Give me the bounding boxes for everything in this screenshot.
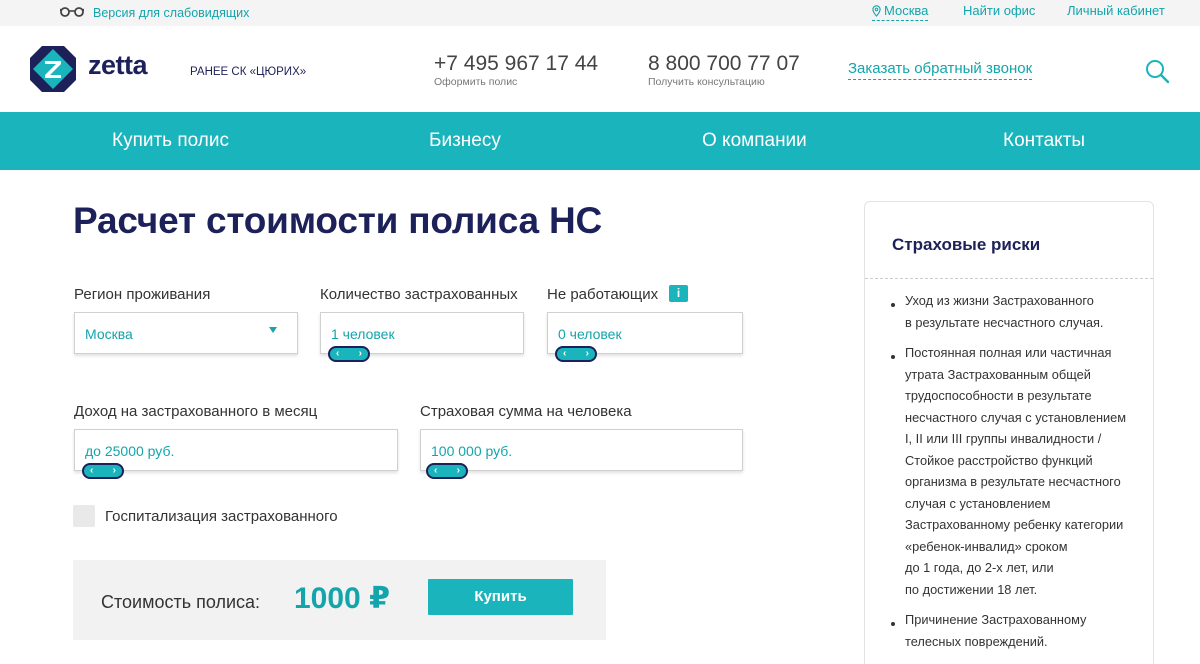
hospitalization-label[interactable]: Госпитализация застрахованного — [105, 508, 338, 525]
phone-caption: Оформить полис — [434, 76, 518, 88]
region-select[interactable]: Москва — [74, 312, 298, 354]
risk-line: I, II или III группы инвалидности / — [905, 431, 1102, 446]
region-value: Москва — [85, 326, 133, 342]
region-label: Регион проживания — [74, 286, 211, 303]
price-value: 1000 ₽ — [294, 582, 390, 615]
chevron-right-icon: › — [585, 348, 589, 359]
list-item: Уход из жизни Застрахованного в результа… — [891, 290, 1141, 333]
chevron-right-icon: › — [112, 465, 116, 476]
risk-line: «ребенок-инвалид» сроком — [905, 538, 1068, 554]
phone-number: 8 800 700 77 07 — [648, 52, 800, 75]
sum-insured-label: Страховая сумма на человека — [420, 403, 632, 420]
logo-text[interactable]: zetta — [88, 50, 148, 81]
formerly-caption: РАНЕЕ СК «ЦЮРИХ» — [190, 66, 307, 78]
risk-line: несчастного случая с установлением — [905, 409, 1127, 425]
page-title: Расчет стоимости полиса НС — [73, 200, 603, 241]
risk-line: по достижении 18 лет. — [905, 581, 1038, 597]
glasses-icon[interactable] — [60, 6, 84, 18]
nav-item-about[interactable]: О компании — [702, 130, 807, 152]
income-label: Доход на застрахованного в месяц — [74, 403, 318, 420]
search-icon[interactable] — [1144, 58, 1170, 84]
callback-request-link[interactable]: Заказать обратный звонок — [848, 60, 1033, 80]
risks-divider — [865, 278, 1153, 279]
risks-list: Уход из жизни Застрахованного в результа… — [891, 290, 1141, 661]
non-working-value: 0 человек — [558, 326, 622, 342]
list-item: Причинение Застрахованному телесных повр… — [891, 609, 1141, 652]
non-working-label: Не работающих — [547, 286, 659, 303]
chevron-left-icon: ‹ — [90, 465, 94, 476]
insured-count-slider-handle[interactable]: ‹ › — [328, 346, 370, 362]
chevron-right-icon: › — [456, 465, 460, 476]
price-summary: Стоимость полиса: 1000 ₽ Купить — [73, 560, 606, 640]
risk-line: в результате несчастного случая. — [905, 314, 1104, 330]
risk-line: Постоянная полная или частичная — [905, 345, 1112, 360]
risk-line: организма в результате несчастного — [905, 474, 1121, 489]
phone-caption: Получить консультацию — [648, 76, 765, 88]
chevron-down-icon — [269, 327, 277, 333]
phone-number: +7 495 967 17 44 — [434, 52, 599, 75]
risk-line: утрата Застрахованным общей — [905, 366, 1091, 382]
personal-cabinet-link[interactable]: Личный кабинет — [1067, 3, 1165, 18]
risk-line: телесных повреждений. — [905, 633, 1048, 649]
sum-insured-field[interactable]: 100 000 руб. — [420, 429, 743, 471]
risk-line: трудоспособности в результате — [905, 388, 1092, 403]
info-icon[interactable]: i — [669, 285, 688, 302]
phone-policy[interactable]: +7 495 967 17 44 Оформить полис — [434, 52, 598, 88]
accessibility-version-link[interactable]: Версия для слабовидящих — [93, 6, 249, 20]
chevron-left-icon: ‹ — [434, 465, 438, 476]
list-item: Постоянная полная или частичная утрата З… — [891, 342, 1141, 600]
risk-line: до 1 года, до 2-х лет, или — [905, 560, 1054, 575]
risk-line: Стойкое расстройство функций — [905, 452, 1093, 468]
risk-line: Уход из жизни Застрахованного — [905, 293, 1094, 308]
insured-count-value: 1 человек — [331, 326, 395, 342]
city-label: Москва — [884, 3, 929, 18]
income-value: до 25000 руб. — [85, 443, 175, 459]
sum-insured-value: 100 000 руб. — [431, 443, 513, 459]
site-header: zetta РАНЕЕ СК «ЦЮРИХ» +7 495 967 17 44 … — [0, 26, 1200, 112]
location-pin-icon — [872, 4, 881, 17]
hospitalization-checkbox[interactable] — [73, 505, 95, 527]
chevron-left-icon: ‹ — [336, 348, 340, 359]
top-utility-bar: Версия для слабовидящих Москва Найти офи… — [0, 0, 1200, 26]
nav-item-business[interactable]: Бизнесу — [429, 130, 501, 152]
nav-item-buy-policy[interactable]: Купить полис — [112, 130, 229, 152]
income-field[interactable]: до 25000 руб. — [74, 429, 398, 471]
income-slider-handle[interactable]: ‹ › — [82, 463, 124, 479]
zetta-logo-icon[interactable] — [30, 46, 76, 92]
non-working-slider-handle[interactable]: ‹ › — [555, 346, 597, 362]
risk-line: Застрахованному ребенку категории — [905, 517, 1124, 532]
risks-title: Страховые риски — [892, 235, 1041, 254]
main-navigation: Купить полис Бизнесу О компании Контакты — [0, 112, 1200, 170]
insured-count-label: Количество застрахованных — [320, 286, 518, 303]
phone-consultation[interactable]: 8 800 700 77 07 Получить консультацию — [648, 52, 800, 88]
find-office-link[interactable]: Найти офис — [963, 3, 1035, 18]
buy-button[interactable]: Купить — [428, 579, 573, 615]
city-selector[interactable]: Москва — [872, 3, 929, 21]
price-label: Стоимость полиса: — [101, 592, 261, 612]
risk-line: случая с установлением — [905, 495, 1051, 511]
chevron-right-icon: › — [358, 348, 362, 359]
nav-item-contacts[interactable]: Контакты — [1003, 130, 1085, 152]
chevron-left-icon: ‹ — [563, 348, 567, 359]
risk-line: Причинение Застрахованному — [905, 612, 1087, 627]
insurance-risks-panel: Страховые риски Уход из жизни Застрахова… — [864, 201, 1154, 664]
sum-insured-slider-handle[interactable]: ‹ › — [426, 463, 468, 479]
